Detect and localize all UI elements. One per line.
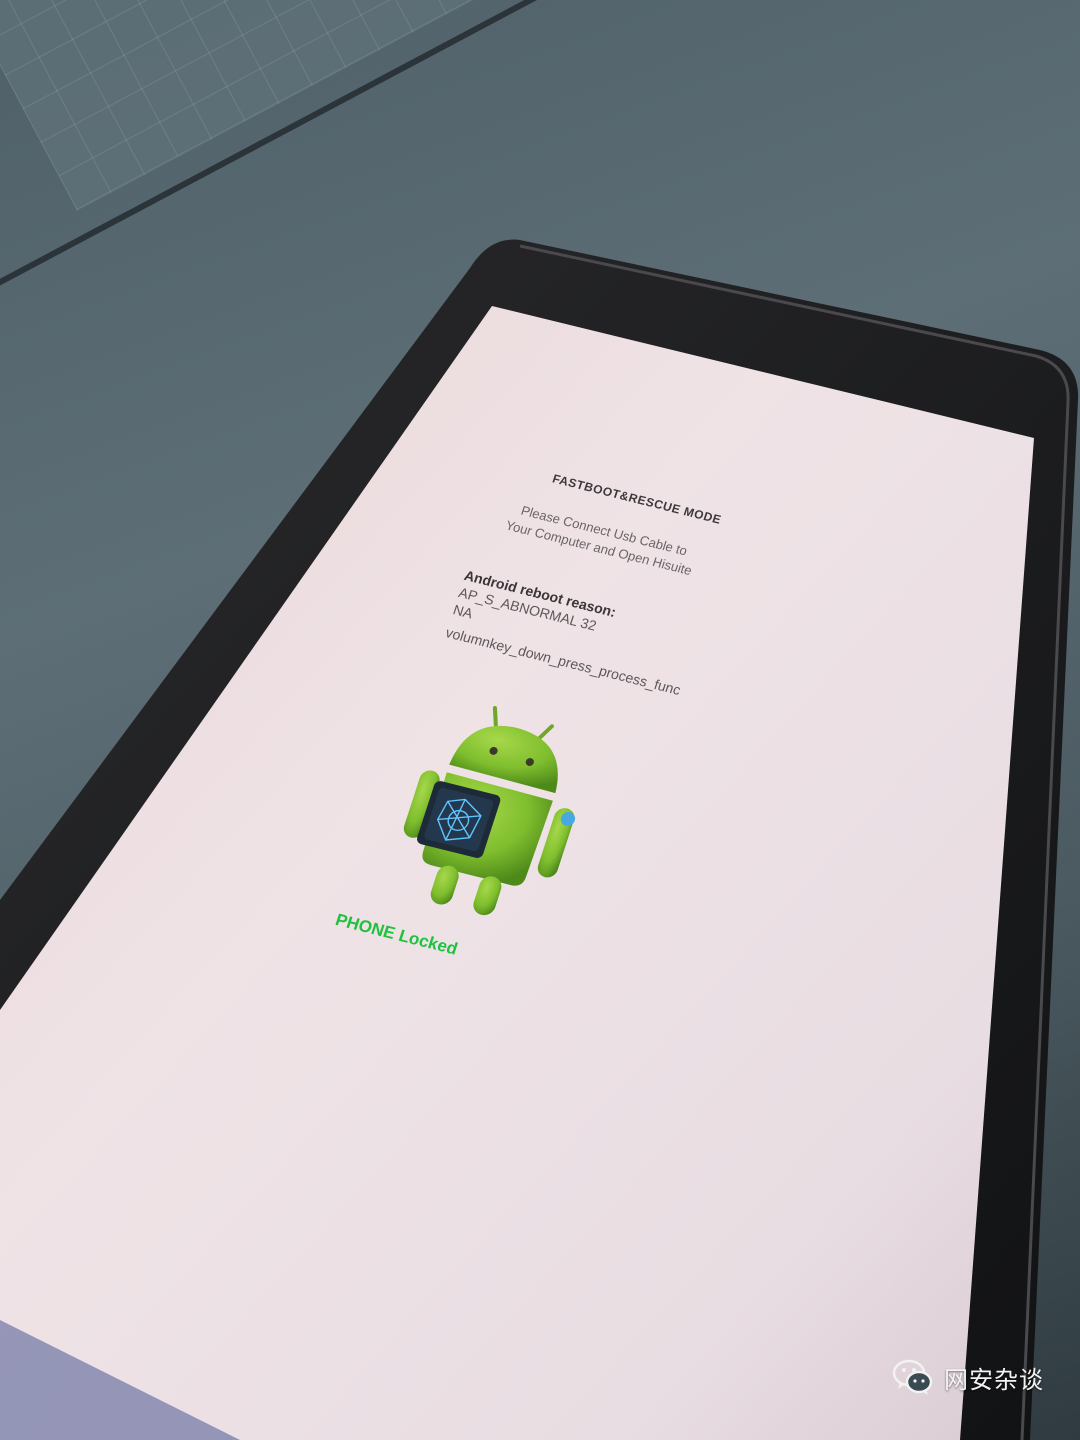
reboot-reason-na: NA [451, 601, 475, 622]
wechat-icon [892, 1359, 933, 1395]
photo-scene: FASTBOOT&RESCUE MODE Please Connect Usb … [0, 0, 1080, 1440]
android-robot-icon [403, 705, 576, 916]
watermark-text: 网安杂谈 [944, 1365, 1044, 1394]
watermark: 网安杂谈 [890, 1354, 1044, 1400]
reboot-reason-func: volumnkey_down_press_process_func [443, 624, 683, 698]
phone-locked-status: PHONE Locked [333, 910, 460, 959]
